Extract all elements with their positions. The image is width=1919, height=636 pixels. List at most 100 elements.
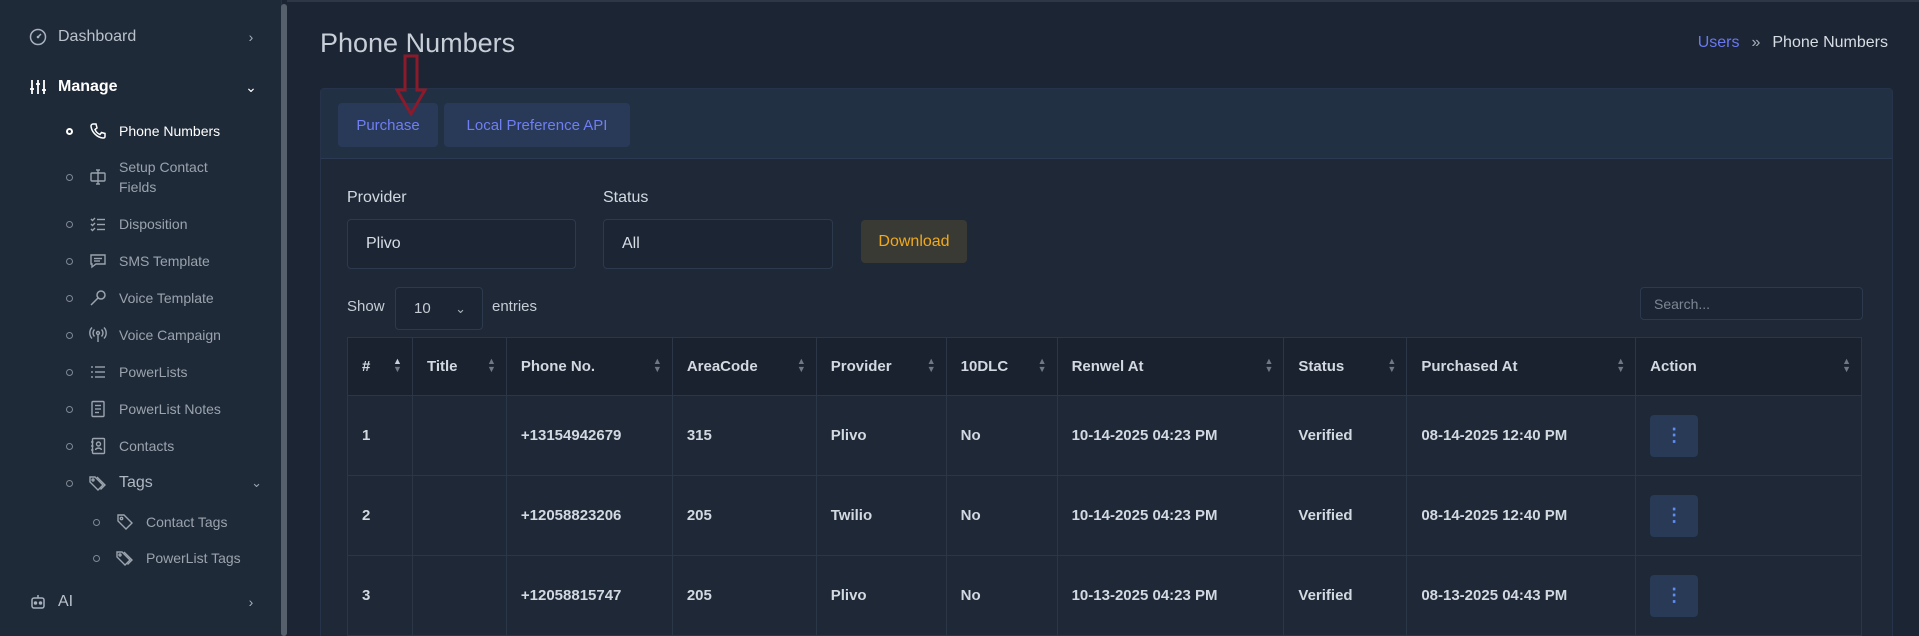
row-actions-button[interactable]: ⋮	[1650, 414, 1699, 457]
sidebar-scrollbar[interactable]	[281, 4, 287, 636]
column-header-10dlc[interactable]: 10DLC ▲ ▼	[945, 337, 1058, 396]
sidebar-item-voice-campaign[interactable]: Voice Campaign	[66, 324, 266, 346]
entries-label: entries	[492, 298, 538, 315]
cell-phone: +12058823206	[505, 475, 673, 556]
chevron-right-icon: ›	[248, 594, 254, 610]
sidebar-item-setup-contact-fields[interactable]: Setup Contact Fields	[66, 157, 266, 197]
cell-provider: Plivo	[815, 555, 947, 636]
sidebar-item-powerlist-notes[interactable]: PowerList Notes	[66, 398, 266, 420]
download-button[interactable]: Download	[861, 220, 967, 263]
table-row: 1 +13154942679 315 Plivo No 10-14-2025 0…	[347, 395, 1862, 476]
column-header-renew-at[interactable]: Renwel At ▲ ▼	[1056, 337, 1285, 396]
chevron-right-icon: ›	[248, 29, 254, 45]
sidebar-item-tags[interactable]: Tags ⌄	[66, 472, 266, 494]
local-preference-api-button[interactable]: Local Preference API	[444, 103, 630, 147]
sidebar-item-label: Setup Contact Fields	[119, 159, 208, 195]
column-header-purchased-at[interactable]: Purchased At ▲ ▼	[1406, 337, 1637, 396]
sidebar-item-powerlists[interactable]: PowerLists	[66, 361, 266, 383]
dashboard-icon	[28, 27, 48, 47]
column-header-status[interactable]: Status ▲ ▼	[1283, 337, 1408, 396]
sliders-icon	[28, 77, 48, 97]
microphone-icon	[87, 287, 109, 309]
bullet	[66, 442, 73, 450]
column-header-action[interactable]: Action ▲ ▼	[1635, 337, 1862, 396]
cell-provider: Plivo	[815, 395, 947, 476]
cell-status: Verified	[1283, 555, 1408, 636]
sidebar-item-ai[interactable]: AI ›	[28, 590, 258, 614]
contacts-icon	[87, 435, 109, 457]
cell-10dlc: No	[945, 475, 1058, 556]
table-row: 2 +12058823206 205 Twilio No 10-14-2025 …	[347, 475, 1862, 556]
form-field-icon	[87, 166, 109, 188]
bullet	[66, 479, 73, 487]
sidebar-item-label: AI	[58, 593, 74, 610]
message-icon	[87, 250, 109, 272]
sidebar-item-sms-template[interactable]: SMS Template	[66, 250, 266, 272]
bullet	[66, 173, 73, 181]
sort-icon: ▲ ▼	[1387, 356, 1397, 374]
cell-areacode: 315	[671, 395, 817, 476]
sort-icon: ▲ ▼	[796, 356, 806, 374]
breadcrumb-separator: »	[1751, 34, 1761, 51]
tags-icon	[87, 472, 109, 494]
sidebar-item-label: Tags	[119, 474, 153, 491]
bullet	[66, 331, 73, 339]
cell-purchased-at: 08-14-2025 12:40 PM	[1406, 395, 1637, 476]
column-header-title[interactable]: Title ▲ ▼	[411, 337, 507, 396]
bullet	[66, 368, 73, 376]
cell-title	[411, 395, 507, 476]
search-input[interactable]: Search...	[1640, 287, 1863, 320]
cell-phone: +12058815747	[505, 555, 673, 636]
tag-icon	[114, 511, 136, 533]
sort-icon: ▲ ▼	[1264, 356, 1274, 374]
sort-icon: ▲ ▼	[1616, 356, 1626, 374]
sidebar-item-label: Contacts	[119, 438, 175, 454]
status-select[interactable]: All	[603, 219, 833, 269]
sidebar-item-manage[interactable]: Manage ⌄	[28, 75, 258, 99]
cell-renew-at: 10-14-2025 04:23 PM	[1056, 475, 1285, 556]
cell-title	[411, 475, 507, 556]
column-header-phone[interactable]: Phone No. ▲ ▼	[505, 337, 673, 396]
sidebar-item-label: SMS Template	[119, 253, 210, 269]
column-header-num[interactable]: # ▲ ▼	[347, 337, 413, 396]
sidebar-item-powerlist-tags[interactable]: PowerList Tags	[93, 547, 293, 569]
sidebar: Dashboard › Manage ⌄ Phone Numbers Setup…	[0, 0, 282, 636]
sidebar-item-disposition[interactable]: Disposition	[66, 213, 266, 235]
phone-icon	[87, 120, 109, 142]
sidebar-item-label: Contact Tags	[146, 514, 228, 530]
column-header-provider[interactable]: Provider ▲ ▼	[815, 337, 947, 396]
row-actions-button[interactable]: ⋮	[1650, 494, 1699, 537]
cell-phone: +13154942679	[505, 395, 673, 476]
cell-renew-at: 10-13-2025 04:23 PM	[1056, 555, 1285, 636]
page-length-value: 10	[414, 300, 431, 317]
column-header-areacode[interactable]: AreaCode ▲ ▼	[671, 337, 817, 396]
sidebar-item-phone-numbers[interactable]: Phone Numbers	[66, 120, 266, 142]
card-header: Purchase Local Preference API	[321, 89, 1892, 159]
page-length-select[interactable]: 10 ⌄	[395, 287, 483, 330]
show-label: Show	[347, 298, 385, 315]
sidebar-item-contacts[interactable]: Contacts	[66, 435, 266, 457]
sidebar-item-dashboard[interactable]: Dashboard ›	[28, 25, 258, 49]
cell-provider: Twilio	[815, 475, 947, 556]
breadcrumb-users-link[interactable]: Users	[1698, 34, 1740, 52]
sidebar-item-voice-template[interactable]: Voice Template	[66, 287, 266, 309]
status-label: Status	[603, 189, 649, 206]
annotation-arrow-icon	[395, 54, 427, 116]
sort-icon: ▲ ▼	[486, 356, 496, 374]
list-icon	[87, 361, 109, 383]
cell-num: 1	[347, 395, 413, 476]
breadcrumb: Users » Phone Numbers	[1698, 34, 1888, 52]
breadcrumb-current: Phone Numbers	[1772, 34, 1888, 51]
robot-icon	[28, 592, 48, 612]
chevron-down-icon: ⌄	[455, 300, 466, 316]
row-actions-button[interactable]: ⋮	[1650, 574, 1699, 617]
cell-num: 3	[347, 555, 413, 636]
broadcast-icon	[87, 324, 109, 346]
cell-10dlc: No	[945, 395, 1058, 476]
bullet	[66, 405, 73, 413]
provider-select[interactable]: Plivo	[347, 219, 576, 269]
phone-numbers-table: # ▲ ▼ Title ▲ ▼ Phone No. ▲ ▼ AreaCode ▲ ▼ Provi…	[347, 337, 1862, 636]
sort-icon: ▲ ▼	[926, 356, 936, 374]
sort-icon: ▲ ▼	[652, 356, 662, 374]
sidebar-item-contact-tags[interactable]: Contact Tags	[93, 511, 293, 533]
